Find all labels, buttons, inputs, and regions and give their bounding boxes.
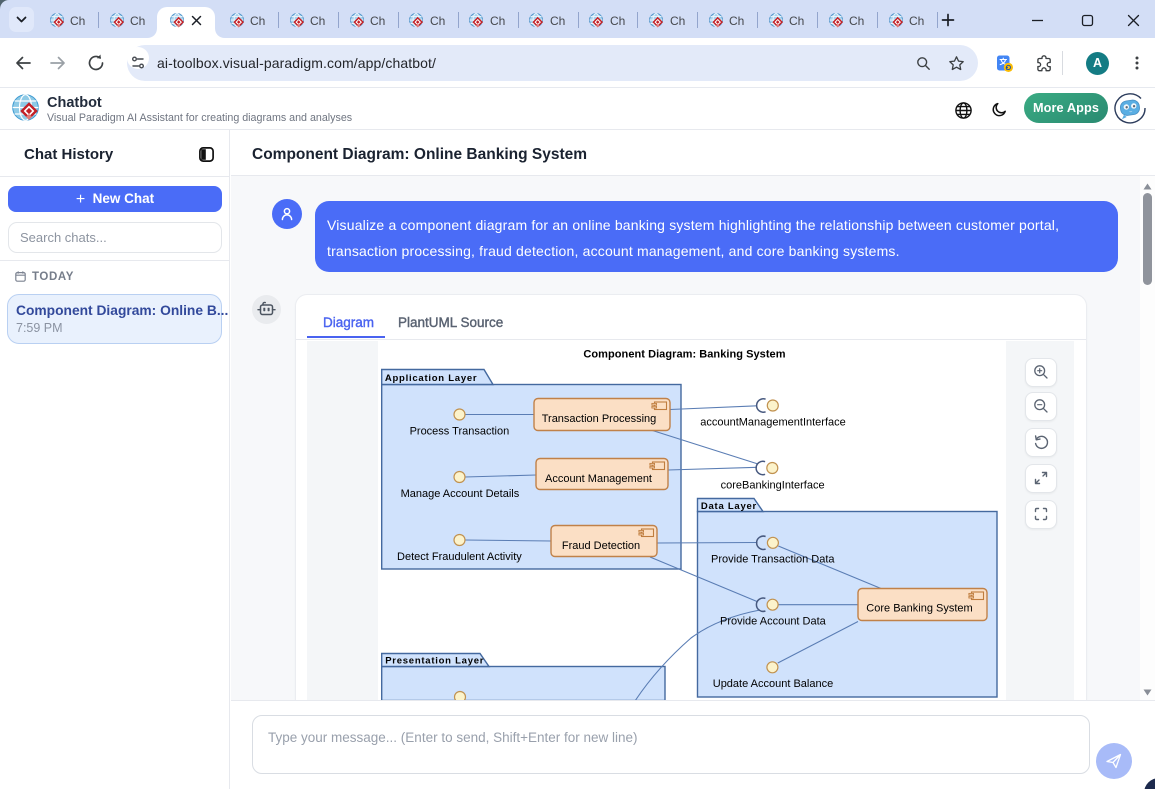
svg-text:Provide Account Data: Provide Account Data [720,615,827,627]
svg-text:Transaction Processing: Transaction Processing [542,413,657,425]
svg-text:Component Diagram: Banking Sys: Component Diagram: Banking System [583,349,785,361]
svg-text:Process Transaction: Process Transaction [410,426,510,438]
svg-text:Manage Account Details: Manage Account Details [401,488,520,500]
svg-text:Data Layer: Data Layer [701,501,757,512]
svg-text:Provide Transaction Data: Provide Transaction Data [711,554,835,566]
svg-text:accountManagementInterface: accountManagementInterface [700,417,846,429]
svg-text:Update Account Balance: Update Account Balance [713,678,833,690]
svg-text:Detect Fraudulent Activity: Detect Fraudulent Activity [397,551,522,563]
svg-text:coreBankingInterface: coreBankingInterface [721,480,825,492]
svg-text:Fraud Detection: Fraud Detection [562,540,640,552]
svg-text:Account Management: Account Management [545,473,652,485]
svg-text:Application Layer: Application Layer [385,373,477,384]
svg-text:Core Banking System: Core Banking System [866,603,972,615]
svg-text:Presentation Layer: Presentation Layer [385,656,484,667]
